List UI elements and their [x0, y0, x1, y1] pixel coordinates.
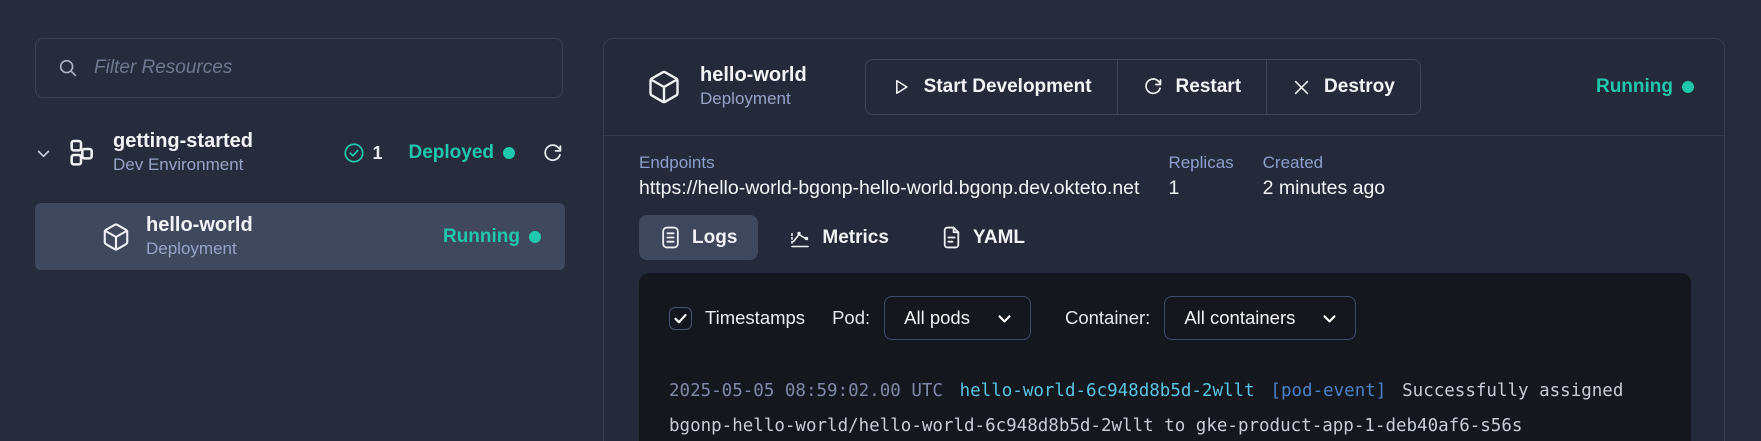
- group-status-text: Deployed: [408, 142, 494, 163]
- restart-icon: [1143, 77, 1163, 97]
- resource-name: hello-world: [146, 213, 253, 236]
- search-input[interactable]: [94, 57, 541, 79]
- destroy-label: Destroy: [1324, 76, 1395, 97]
- tab-logs[interactable]: Logs: [639, 215, 759, 260]
- deployment-cube-icon: [646, 69, 682, 105]
- timestamps-checkbox[interactable]: [669, 306, 692, 330]
- group-type: Dev Environment: [113, 155, 244, 175]
- restart-label: Restart: [1175, 76, 1242, 97]
- endpoints-label: Endpoints: [639, 153, 715, 172]
- container-label: Container:: [1064, 307, 1151, 328]
- yaml-file-icon: [941, 226, 962, 249]
- chevron-down-icon[interactable]: [35, 145, 65, 162]
- restart-button[interactable]: Restart: [1116, 60, 1266, 114]
- deployment-info-row: Endpoints https://hello-world-bgonp-hell…: [604, 136, 1724, 200]
- sidebar-item-hello-world[interactable]: hello-world Deployment Running: [35, 203, 565, 270]
- tab-yaml-label: YAML: [972, 226, 1026, 248]
- page-subtitle: Deployment: [700, 89, 791, 109]
- page-title: hello-world: [700, 64, 807, 87]
- created-column: Created 2 minutes ago: [1263, 153, 1386, 200]
- endpoint-url[interactable]: https://hello-world-bgonp-hello-world.bg…: [639, 177, 1139, 200]
- timestamps-label: Timestamps: [705, 307, 806, 328]
- resource-count-badge: 1: [343, 142, 382, 164]
- dev-environment-row[interactable]: getting-started Dev Environment 1 Deploy…: [35, 124, 563, 182]
- deployment-status-text: Running: [1595, 76, 1673, 97]
- detail-header: hello-world Deployment Start Development: [604, 39, 1724, 136]
- dev-environment-icon: [65, 137, 97, 169]
- metrics-icon: [789, 227, 811, 249]
- status-dot: [529, 230, 541, 243]
- check-circle-icon: [343, 142, 365, 164]
- start-development-button[interactable]: Start Development: [866, 60, 1117, 114]
- replicas-label: Replicas: [1168, 153, 1234, 172]
- resource-name-block: hello-world Deployment: [146, 213, 253, 260]
- pod-select-value: All pods: [904, 307, 970, 328]
- tab-metrics-label: Metrics: [822, 226, 889, 248]
- refresh-icon[interactable]: [542, 143, 563, 164]
- group-name-block: getting-started Dev Environment: [113, 129, 253, 176]
- resource-status-badge: Running: [443, 226, 541, 248]
- action-button-group: Start Development Restart Destroy: [864, 59, 1421, 115]
- chevron-down-icon: [996, 310, 1013, 327]
- detail-title-block: hello-world Deployment: [700, 63, 807, 110]
- container-select-value: All containers: [1184, 307, 1296, 328]
- log-output[interactable]: 2025-05-05 08:59:02.00 UTC hello-world-6…: [669, 374, 1663, 441]
- detail-tabs: Logs Metrics YAML: [604, 200, 1724, 260]
- pod-select[interactable]: All pods: [884, 296, 1031, 340]
- destroy-button[interactable]: Destroy: [1266, 60, 1420, 114]
- group-status-badge: Deployed: [408, 142, 515, 164]
- play-icon: [891, 77, 911, 97]
- replicas-value: 1: [1168, 177, 1180, 199]
- pod-label: Pod:: [832, 307, 871, 328]
- logs-panel: Timestamps Pod: All pods Container: All …: [639, 273, 1691, 441]
- filter-resources-searchbox[interactable]: [35, 38, 563, 98]
- log-controls: Timestamps Pod: All pods Container: All …: [669, 296, 1663, 340]
- tab-yaml[interactable]: YAML: [920, 215, 1046, 260]
- deployment-cube-icon: [101, 222, 131, 252]
- close-icon: [1292, 78, 1311, 97]
- endpoints-column: Endpoints https://hello-world-bgonp-hell…: [639, 153, 1139, 200]
- resource-status-text: Running: [442, 225, 520, 247]
- status-dot: [1682, 81, 1694, 93]
- deployment-detail-card: hello-world Deployment Start Development: [603, 38, 1725, 441]
- resource-type: Deployment: [146, 238, 237, 258]
- created-label: Created: [1262, 153, 1324, 172]
- logs-icon: [660, 226, 681, 249]
- log-pod-name: hello-world-6c948d8b5d-2wllt: [959, 381, 1255, 401]
- log-event-tag: [pod-event]: [1270, 381, 1387, 401]
- resource-count: 1: [372, 142, 383, 163]
- search-icon: [57, 57, 79, 79]
- tab-logs-label: Logs: [692, 226, 738, 248]
- container-select[interactable]: All containers: [1164, 296, 1357, 340]
- created-value: 2 minutes ago: [1262, 177, 1386, 199]
- replicas-column: Replicas 1: [1168, 153, 1233, 200]
- status-dot: [503, 147, 515, 159]
- log-timestamp: 2025-05-05 08:59:02.00 UTC: [669, 381, 943, 401]
- group-name: getting-started: [113, 130, 253, 153]
- start-development-label: Start Development: [923, 76, 1092, 97]
- tab-metrics[interactable]: Metrics: [768, 215, 910, 260]
- chevron-down-icon: [1321, 310, 1338, 327]
- deployment-status-badge: Running: [1596, 76, 1694, 98]
